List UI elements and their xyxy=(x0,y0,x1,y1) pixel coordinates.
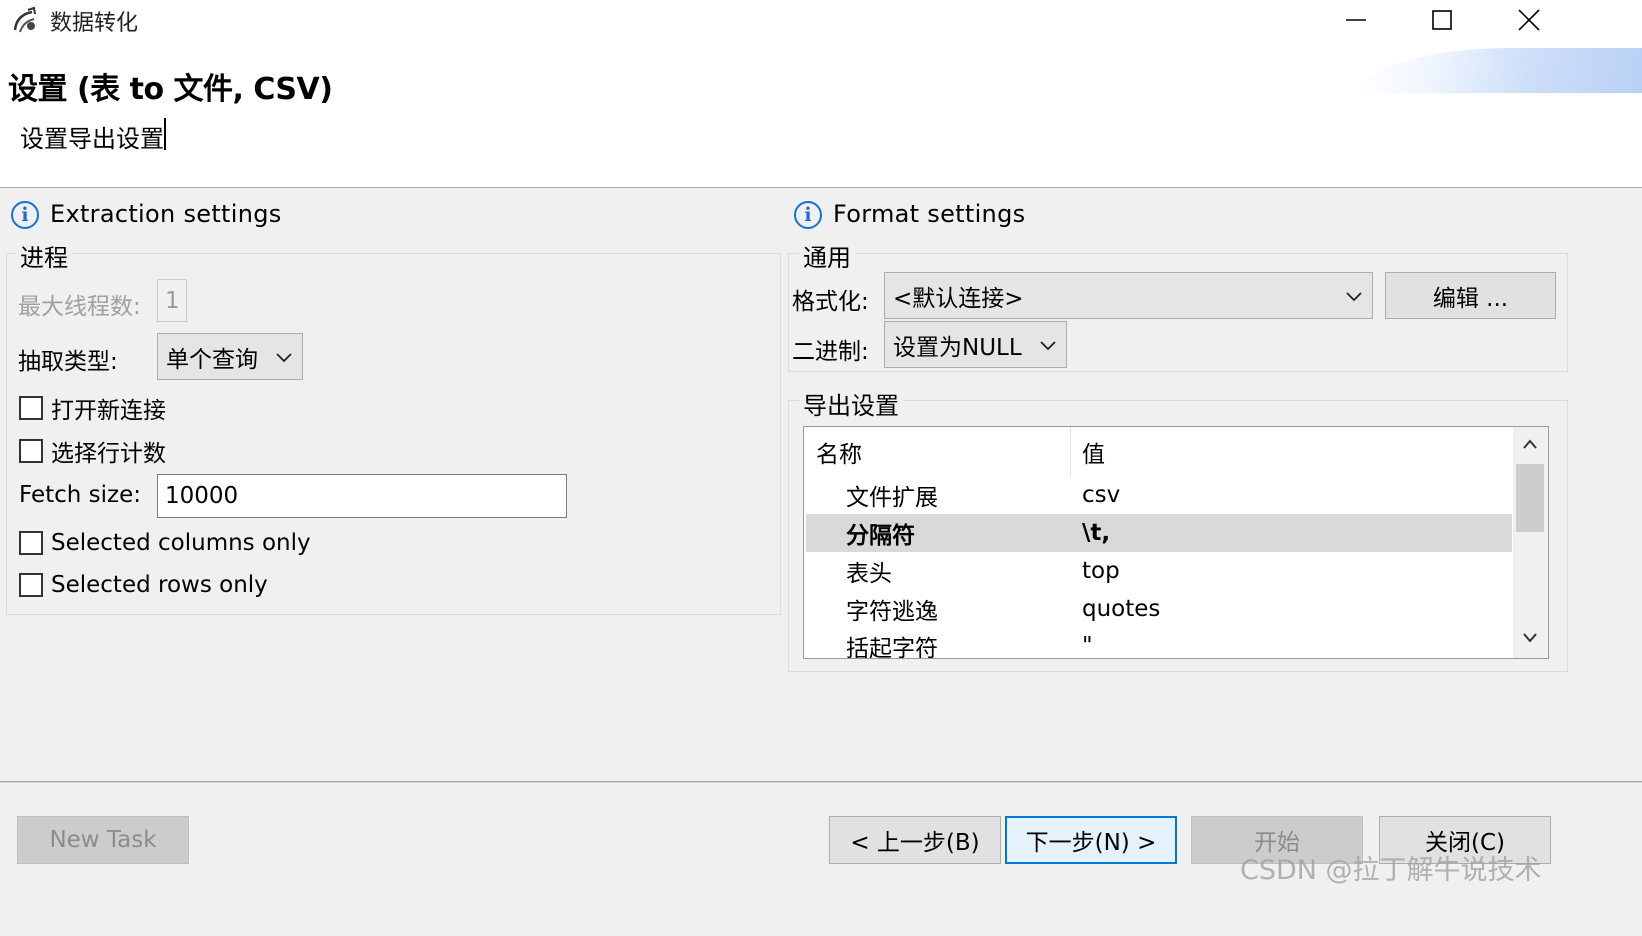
fetch-size-label: Fetch size: xyxy=(19,482,142,508)
table-row[interactable]: 表头 top xyxy=(806,552,1512,590)
select-row-count-checkbox[interactable]: 选择行计数 xyxy=(19,434,166,468)
formatter-label: 格式化: xyxy=(792,289,869,315)
selected-rows-only-checkbox[interactable]: Selected rows only xyxy=(19,572,268,598)
selected-columns-only-label: Selected columns only xyxy=(51,530,311,556)
property-value: quotes xyxy=(1082,596,1161,622)
max-threads-label: 最大线程数: xyxy=(18,294,141,320)
property-value: \t, xyxy=(1082,520,1111,546)
maximize-icon xyxy=(1432,10,1452,30)
chevron-down-icon xyxy=(1346,291,1362,301)
table-row[interactable]: 字符逃逸 quotes xyxy=(806,590,1512,628)
app-icon xyxy=(13,6,36,33)
extract-type-select[interactable]: 单个查询 xyxy=(157,333,303,380)
fetch-size-input[interactable]: 10000 xyxy=(157,474,567,518)
chevron-down-icon xyxy=(1040,340,1056,350)
selected-columns-only-checkbox[interactable]: Selected columns only xyxy=(19,530,311,556)
table-scrollbar[interactable] xyxy=(1513,427,1548,658)
extract-type-label: 抽取类型: xyxy=(18,349,118,375)
maximize-button[interactable] xyxy=(1397,0,1487,40)
formatter-value: <默认连接> xyxy=(893,285,1024,312)
open-new-connection-checkbox[interactable]: 打开新连接 xyxy=(19,391,166,425)
binary-select[interactable]: 设置为NULL xyxy=(884,321,1067,368)
scrollbar-thumb[interactable] xyxy=(1516,464,1544,532)
property-name: 文件扩展 xyxy=(846,485,938,511)
export-settings-group-title: 导出设置 xyxy=(799,386,903,421)
checkbox-box[interactable] xyxy=(19,573,43,597)
extraction-settings-heading: Extraction settings xyxy=(50,200,282,228)
property-name: 括起字符 xyxy=(846,636,938,659)
scroll-up-icon[interactable] xyxy=(1521,437,1539,451)
wizard-header: 设置 (表 to 文件, CSV) 设置导出设置 xyxy=(0,42,1642,188)
chevron-down-icon xyxy=(276,352,292,362)
footer-separator xyxy=(0,781,1642,783)
info-icon: i xyxy=(11,201,39,229)
property-value: top xyxy=(1082,558,1120,584)
checkbox-box[interactable] xyxy=(19,439,43,463)
export-properties-table[interactable]: 名称 值 文件扩展 csv 分隔符 \t, 表头 top 字符逃逸 quotes… xyxy=(803,426,1549,659)
window-title: 数据转化 xyxy=(50,11,139,36)
property-value: csv xyxy=(1082,482,1121,508)
table-row-selected[interactable]: 分隔符 \t, xyxy=(806,514,1512,552)
minimize-button[interactable] xyxy=(1311,0,1401,40)
info-icon: i xyxy=(794,201,822,229)
formatter-select[interactable]: <默认连接> xyxy=(884,272,1373,319)
extract-type-value: 单个查询 xyxy=(166,346,258,373)
selected-rows-only-label: Selected rows only xyxy=(51,572,268,598)
minimize-icon xyxy=(1346,19,1366,21)
binary-label: 二进制: xyxy=(792,339,869,365)
scroll-down-icon[interactable] xyxy=(1521,631,1539,645)
header-banner-graphic xyxy=(1360,48,1642,93)
new-task-button[interactable]: New Task xyxy=(17,816,189,864)
title-bar: 数据转化 xyxy=(0,0,1642,42)
binary-value: 设置为NULL xyxy=(893,334,1022,361)
checkbox-box[interactable] xyxy=(19,531,43,555)
max-threads-field: 1 xyxy=(157,279,187,322)
select-row-count-label: 选择行计数 xyxy=(51,441,166,467)
table-row[interactable]: 括起字符 " xyxy=(806,627,1512,659)
close-icon xyxy=(1518,9,1540,31)
watermark: CSDN @拉丁解牛说技术 xyxy=(1240,855,1542,886)
back-button[interactable]: < 上一步(B) xyxy=(829,816,1001,864)
edit-button[interactable]: 编辑 ... xyxy=(1385,272,1556,319)
property-name: 表头 xyxy=(846,561,892,587)
text-caret xyxy=(164,118,166,150)
property-name: 分隔符 xyxy=(846,523,915,549)
property-name: 字符逃逸 xyxy=(846,599,938,625)
general-group-title: 通用 xyxy=(799,238,855,273)
page-title: 设置 (表 to 文件, CSV) xyxy=(8,72,333,107)
next-button[interactable]: 下一步(N) > xyxy=(1005,816,1177,864)
column-divider xyxy=(1070,427,1071,477)
process-group-title: 进程 xyxy=(16,238,72,273)
close-window-button[interactable] xyxy=(1484,0,1574,40)
column-header-value[interactable]: 值 xyxy=(1082,427,1482,477)
column-header-name[interactable]: 名称 xyxy=(816,427,1066,477)
open-new-connection-label: 打开新连接 xyxy=(51,398,166,424)
checkbox-box[interactable] xyxy=(19,396,43,420)
format-settings-heading: Format settings xyxy=(833,200,1026,228)
table-row[interactable]: 文件扩展 csv xyxy=(806,476,1512,514)
property-value: " xyxy=(1082,633,1093,659)
page-subtitle: 设置导出设置 xyxy=(20,125,164,153)
